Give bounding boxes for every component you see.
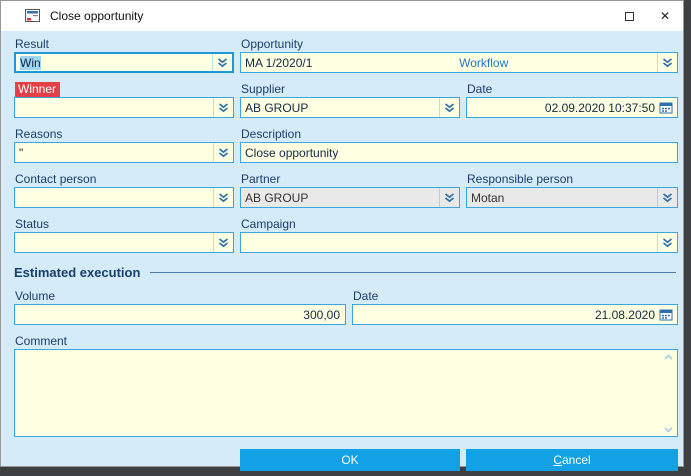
- volume-label: Volume: [15, 289, 56, 303]
- window-title: Close opportunity: [50, 9, 144, 23]
- campaign-dropdown-button[interactable]: [657, 233, 677, 252]
- result-combobox[interactable]: Win: [14, 52, 234, 73]
- chevron-double-down-icon: [662, 57, 673, 67]
- chevron-double-down-icon: [218, 102, 229, 112]
- close-opportunity-dialog: Close opportunity ✕ Result Win Opportuni…: [0, 0, 684, 471]
- contact-person-dropdown-button[interactable]: [213, 188, 233, 207]
- reasons-label: Reasons: [15, 127, 63, 141]
- window-controls: ✕: [611, 1, 683, 31]
- campaign-combobox[interactable]: [240, 232, 678, 253]
- reasons-dropdown-button[interactable]: [213, 143, 233, 162]
- chevron-double-down-icon: [662, 237, 673, 247]
- status-combobox[interactable]: [14, 232, 234, 253]
- supplier-combobox[interactable]: AB GROUP: [240, 97, 460, 118]
- workflow-dropdown-button[interactable]: [656, 53, 677, 72]
- ok-button[interactable]: OK: [240, 449, 460, 471]
- chevron-double-down-icon: [444, 102, 455, 112]
- date-value: 02.09.2020 10:37:50: [544, 100, 655, 115]
- section-title: Estimated execution: [14, 265, 141, 280]
- estimated-execution-section-header: Estimated execution: [14, 265, 678, 280]
- opportunity-label: Opportunity: [241, 37, 304, 51]
- winner-combobox[interactable]: [14, 97, 234, 118]
- status-dropdown-button[interactable]: [213, 233, 233, 252]
- ok-button-label: OK: [341, 453, 359, 467]
- supplier-value: AB GROUP: [245, 100, 309, 115]
- date-label: Date: [467, 82, 493, 96]
- section-divider: [150, 272, 676, 273]
- volume-value: 300,00: [303, 307, 340, 322]
- desktop-background: Close opportunity ✕ Result Win Opportuni…: [0, 0, 691, 476]
- comment-textarea[interactable]: [14, 349, 678, 437]
- campaign-label: Campaign: [241, 217, 296, 231]
- supplier-label: Supplier: [241, 82, 286, 96]
- result-value: Win: [20, 55, 41, 70]
- reasons-value: ": [19, 145, 24, 160]
- description-label: Description: [241, 127, 302, 141]
- opportunity-field[interactable]: MA 1/2020/1 Workflow: [240, 52, 678, 73]
- partner-dropdown-button[interactable]: [439, 188, 459, 207]
- winner-label-badge: Winner: [15, 82, 61, 97]
- chevron-double-down-icon: [444, 192, 455, 202]
- partner-combobox[interactable]: AB GROUP: [240, 187, 460, 208]
- chevron-up-icon: [664, 353, 673, 360]
- calendar-icon: [659, 309, 673, 321]
- chevron-double-down-icon: [218, 237, 229, 247]
- description-value: Close opportunity: [245, 145, 339, 160]
- opportunity-value: MA 1/2020/1: [245, 55, 313, 70]
- estimated-date-label: Date: [353, 289, 379, 303]
- partner-value: AB GROUP: [245, 190, 309, 205]
- cancel-button-accelerator: C: [553, 453, 562, 467]
- dialog-body: Result Win Opportunity MA 1/2020/1 Workf…: [1, 37, 683, 471]
- responsible-person-label: Responsible person: [467, 172, 574, 186]
- winner-label: Winner: [14, 82, 234, 97]
- volume-input[interactable]: 300,00: [14, 304, 346, 325]
- titlebar: Close opportunity ✕: [1, 1, 683, 31]
- chevron-double-down-icon: [217, 57, 228, 67]
- partner-label: Partner: [241, 172, 281, 186]
- chevron-double-down-icon: [218, 192, 229, 202]
- date-field[interactable]: 02.09.2020 10:37:50: [466, 97, 678, 118]
- estimated-date-value: 21.08.2020: [594, 307, 655, 322]
- app-icon: [25, 9, 42, 23]
- date-calendar-button[interactable]: [657, 98, 675, 117]
- result-label: Result: [15, 37, 50, 51]
- maximize-button[interactable]: [611, 1, 647, 31]
- estimated-date-field[interactable]: 21.08.2020: [352, 304, 678, 325]
- status-label: Status: [15, 217, 50, 231]
- button-row-spacer: [14, 449, 234, 471]
- scroll-down-button[interactable]: [663, 425, 674, 434]
- estimated-date-calendar-button[interactable]: [657, 305, 675, 324]
- calendar-icon: [659, 102, 673, 114]
- maximize-icon: [624, 11, 634, 21]
- responsible-person-value: Motan: [471, 190, 505, 205]
- cancel-button-label: ancel: [561, 453, 591, 467]
- supplier-dropdown-button[interactable]: [439, 98, 459, 117]
- cancel-button[interactable]: Cancel: [466, 449, 678, 471]
- reasons-combobox[interactable]: ": [14, 142, 234, 163]
- comment-label: Comment: [15, 334, 68, 348]
- responsible-person-combobox[interactable]: Motan: [466, 187, 678, 208]
- responsible-person-dropdown-button[interactable]: [657, 188, 677, 207]
- chevron-double-down-icon: [218, 147, 229, 157]
- chevron-down-icon: [664, 426, 673, 433]
- contact-person-label: Contact person: [15, 172, 97, 186]
- chevron-double-down-icon: [662, 192, 673, 202]
- close-icon: ✕: [659, 9, 671, 23]
- contact-person-combobox[interactable]: [14, 187, 234, 208]
- close-button[interactable]: ✕: [647, 1, 683, 31]
- workflow-link[interactable]: Workflow: [459, 56, 510, 70]
- winner-dropdown-button[interactable]: [213, 98, 233, 117]
- scroll-up-button[interactable]: [663, 352, 674, 361]
- result-dropdown-button[interactable]: [212, 54, 232, 71]
- description-input[interactable]: Close opportunity: [240, 142, 678, 163]
